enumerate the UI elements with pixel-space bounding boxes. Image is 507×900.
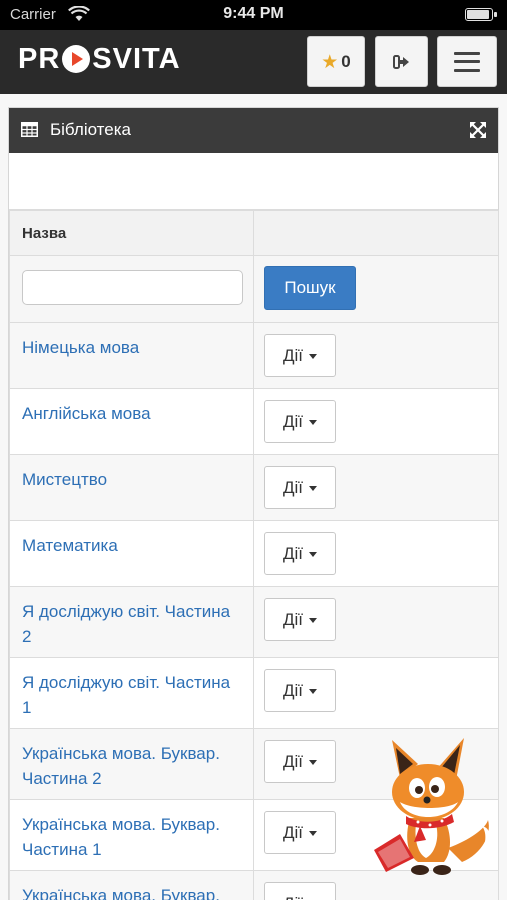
- table-row: Я досліджую світ. Частина 1 Дії: [9, 657, 499, 729]
- actions-dropdown-button[interactable]: Дії: [264, 882, 336, 900]
- actions-dropdown-button[interactable]: Дії: [264, 811, 336, 854]
- book-link[interactable]: Я досліджую світ. Частина 1: [9, 657, 254, 729]
- actions-label: Дії: [282, 680, 303, 700]
- caret-down-icon: [309, 760, 317, 765]
- battery-icon: [465, 8, 497, 21]
- logo-text-end: SVITA: [92, 42, 181, 75]
- logout-button[interactable]: [375, 36, 428, 87]
- actions-dropdown-button[interactable]: Дії: [264, 598, 336, 641]
- book-link[interactable]: Я досліджую світ. Частина 2: [9, 586, 254, 658]
- table-icon: [21, 122, 38, 137]
- search-button[interactable]: Пошук: [264, 266, 356, 310]
- book-link[interactable]: Українська мова. Буквар. Частина 2: [9, 728, 254, 800]
- table-row: Англійська мова Дії: [9, 388, 499, 455]
- actions-dropdown-button[interactable]: Дії: [264, 400, 336, 443]
- table-row: Математика Дії: [9, 520, 499, 587]
- fox-mascot-image[interactable]: [370, 730, 495, 880]
- book-link[interactable]: Мистецтво: [9, 454, 254, 521]
- book-link[interactable]: Українська мова. Буквар.: [9, 870, 254, 900]
- search-input[interactable]: [22, 270, 243, 305]
- actions-dropdown-button[interactable]: Дії: [264, 532, 336, 575]
- book-link[interactable]: Англійська мова: [9, 388, 254, 455]
- caret-down-icon: [309, 618, 317, 623]
- logo-text-start: PR: [18, 42, 61, 75]
- actions-label: Дії: [282, 411, 303, 431]
- table-row: Мистецтво Дії: [9, 454, 499, 521]
- actions-dropdown-button[interactable]: Дії: [264, 466, 336, 509]
- table-row: Німецька мова Дії: [9, 322, 499, 389]
- actions-label: Дії: [282, 609, 303, 629]
- caret-down-icon: [309, 689, 317, 694]
- panel-toolbar-empty: [9, 153, 498, 210]
- search-cell: Пошук: [253, 255, 499, 323]
- actions-label: Дії: [282, 477, 303, 497]
- panel-header: Бібліотека: [9, 108, 498, 153]
- column-header-name[interactable]: Назва: [9, 210, 254, 256]
- prosvita-logo[interactable]: PR SVITA: [18, 42, 181, 76]
- actions-dropdown-button[interactable]: Дії: [264, 334, 336, 377]
- hamburger-menu-icon: [454, 51, 480, 72]
- filter-cell: [9, 255, 254, 323]
- caret-down-icon: [309, 486, 317, 491]
- top-navbar: PR SVITA ★ 0: [0, 30, 507, 94]
- caret-down-icon: [309, 552, 317, 557]
- filter-row: Пошук: [9, 255, 499, 323]
- table-row: Я досліджую світ. Частина 2 Дії: [9, 586, 499, 658]
- menu-button[interactable]: [437, 36, 497, 87]
- book-link[interactable]: Математика: [9, 520, 254, 587]
- star-icon: ★: [321, 50, 339, 73]
- actions-label: Дії: [282, 822, 303, 842]
- actions-label: Дії: [282, 751, 303, 771]
- book-link[interactable]: Німецька мова: [9, 322, 254, 389]
- app-screen: Carrier 9:44 PM PR SVITA ★ 0 Бібліотека …: [0, 0, 507, 900]
- caret-down-icon: [309, 831, 317, 836]
- panel-title: Бібліотека: [50, 120, 131, 139]
- actions-label: Дії: [283, 894, 303, 900]
- caret-down-icon: [309, 420, 317, 425]
- expand-icon[interactable]: [469, 121, 487, 139]
- favorites-button[interactable]: ★ 0: [307, 36, 365, 87]
- clock: 9:44 PM: [223, 5, 284, 22]
- favorites-count: 0: [341, 51, 351, 71]
- actions-dropdown-button[interactable]: Дії: [264, 740, 336, 783]
- actions-label: Дії: [282, 543, 303, 563]
- book-link[interactable]: Українська мова. Буквар. Частина 1: [9, 799, 254, 871]
- play-logo-icon: [62, 45, 91, 73]
- caret-down-icon: [309, 354, 317, 359]
- status-bar: Carrier 9:44 PM: [0, 0, 507, 30]
- actions-label: Дії: [282, 345, 303, 365]
- sign-out-icon: [392, 54, 409, 69]
- actions-dropdown-button[interactable]: Дії: [264, 669, 336, 712]
- table-header-row: Назва: [9, 210, 499, 256]
- column-header-actions: [253, 210, 499, 256]
